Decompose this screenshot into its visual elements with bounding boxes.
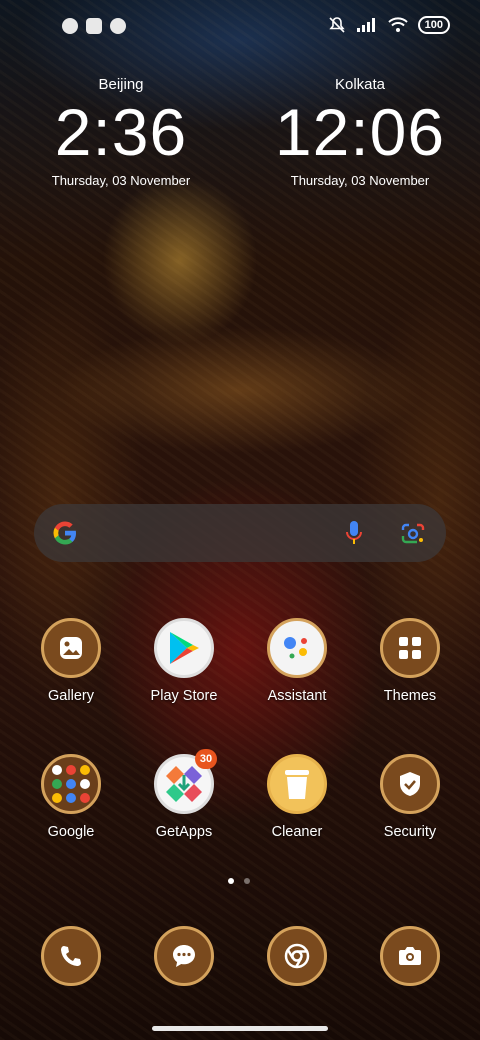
google-folder-icon [41,754,101,814]
getapps-icon: 30 [154,749,217,814]
play-store-icon [154,618,214,678]
cleaner-icon [267,754,327,814]
page-dot [244,878,250,884]
app-label: Security [383,824,437,840]
battery-indicator: 100 [417,16,450,34]
themes-icon [380,618,440,678]
page-dot-active [228,878,234,884]
chrome-icon [267,926,327,986]
phone-icon [41,926,101,986]
camera-icon [380,926,440,986]
clock-time: 12:06 [274,95,446,169]
app-label: Gallery [48,688,94,704]
mic-icon[interactable] [344,520,364,546]
clock-city: Kolkata [334,76,386,93]
security-icon [380,754,440,814]
dock-phone[interactable] [16,926,126,986]
dock-camera[interactable] [355,926,465,986]
status-bar: 100 [0,0,480,56]
dock-chrome[interactable] [242,926,352,986]
wifi-icon [387,17,408,32]
app-assistant[interactable]: Assistant [242,618,352,704]
app-label: Cleaner [271,824,323,840]
app-label: Assistant [267,688,327,704]
app-play-store[interactable]: Play Store [129,618,239,704]
signal-icon [356,18,375,32]
app-cleaner[interactable]: Cleaner [242,754,352,840]
google-g-icon [53,521,76,545]
square-notification-icon [86,18,102,34]
app-notification-icon [110,18,126,34]
app-getapps[interactable]: 30 GetApps [129,749,239,840]
app-label: Google [47,824,95,840]
folder-google[interactable]: Google [16,754,126,840]
clock-time: 2:36 [54,95,188,169]
app-notification-icon [62,18,78,34]
app-label: GetApps [155,824,213,840]
dock-messaging[interactable] [129,926,239,986]
clock-date: Thursday, 03 November [51,173,191,188]
notification-badge: 30 [195,749,217,769]
assistant-icon [267,618,327,678]
google-search-bar[interactable] [34,504,446,562]
app-gallery[interactable]: Gallery [16,618,126,704]
app-security[interactable]: Security [355,754,465,840]
clock-city: Beijing [98,76,144,93]
app-themes[interactable]: Themes [355,618,465,704]
page-indicator [228,878,250,884]
clock-date: Thursday, 03 November [290,173,430,188]
clock-widget-kolkata[interactable]: Kolkata 12:06 Thursday, 03 November [260,76,460,188]
messaging-icon [154,926,214,986]
mute-icon [328,17,345,33]
app-label: Themes [383,688,437,704]
gallery-icon [41,618,101,678]
clock-widget-beijing[interactable]: Beijing 2:36 Thursday, 03 November [21,76,221,188]
lens-icon[interactable] [400,522,426,546]
home-gesture-bar[interactable] [152,1026,328,1031]
app-label: Play Store [150,688,218,704]
